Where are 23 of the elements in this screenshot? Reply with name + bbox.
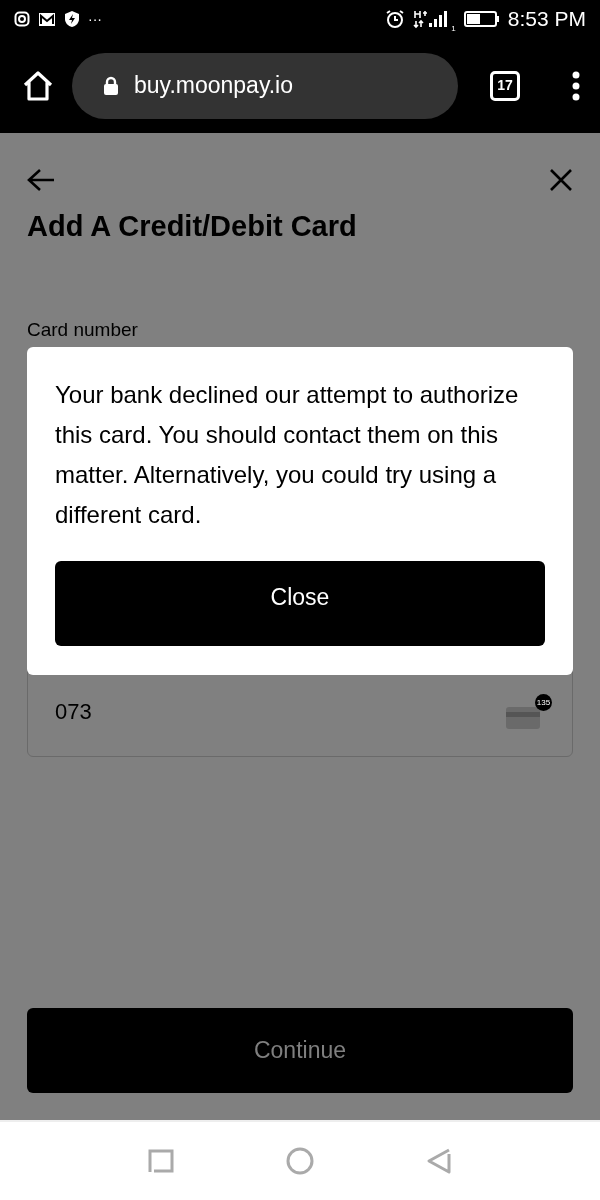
field-label: Card number: [27, 317, 139, 342]
url-text: buy.moonpay.io: [134, 71, 293, 101]
camera-app-icon: [14, 11, 30, 27]
alarm-icon: [385, 9, 406, 29]
home-icon[interactable]: [22, 70, 54, 101]
tab-count-button[interactable]: 17: [490, 70, 520, 101]
mail-icon: [38, 11, 56, 27]
close-button[interactable]: Close: [55, 561, 545, 646]
page-title: Add A Credit/Debit Card: [27, 209, 358, 244]
cvv-hint: 135: [535, 694, 552, 712]
clock-time: 8:53 PM: [507, 6, 586, 33]
back-arrow-icon[interactable]: [27, 168, 55, 192]
close-icon[interactable]: [549, 168, 573, 192]
more-notifications: ···: [88, 9, 102, 29]
menu-icon[interactable]: [572, 70, 580, 101]
shield-icon: [64, 10, 80, 28]
signal-icon: [413, 9, 450, 29]
battery-icon: [463, 10, 500, 28]
address-bar[interactable]: buy.moonpay.io: [72, 52, 458, 119]
card-icon: [506, 707, 540, 730]
lock-icon: [102, 75, 120, 96]
error-message: Your bank declined our attempt to authorize this card. You should contact them on this matter. Alternatively, you could try using a different card.: [55, 380, 520, 530]
sim-index: 1: [451, 22, 456, 35]
